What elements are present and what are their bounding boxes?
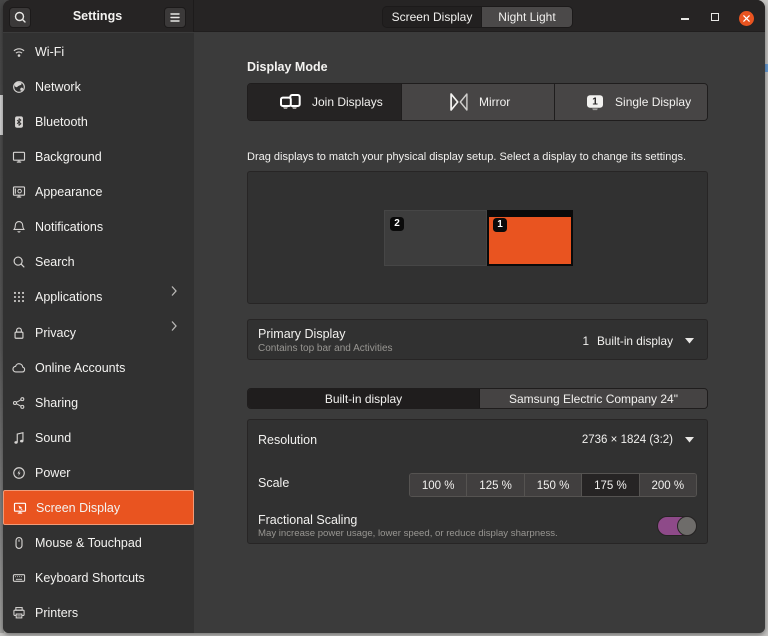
svg-text:1: 1 xyxy=(592,96,598,107)
